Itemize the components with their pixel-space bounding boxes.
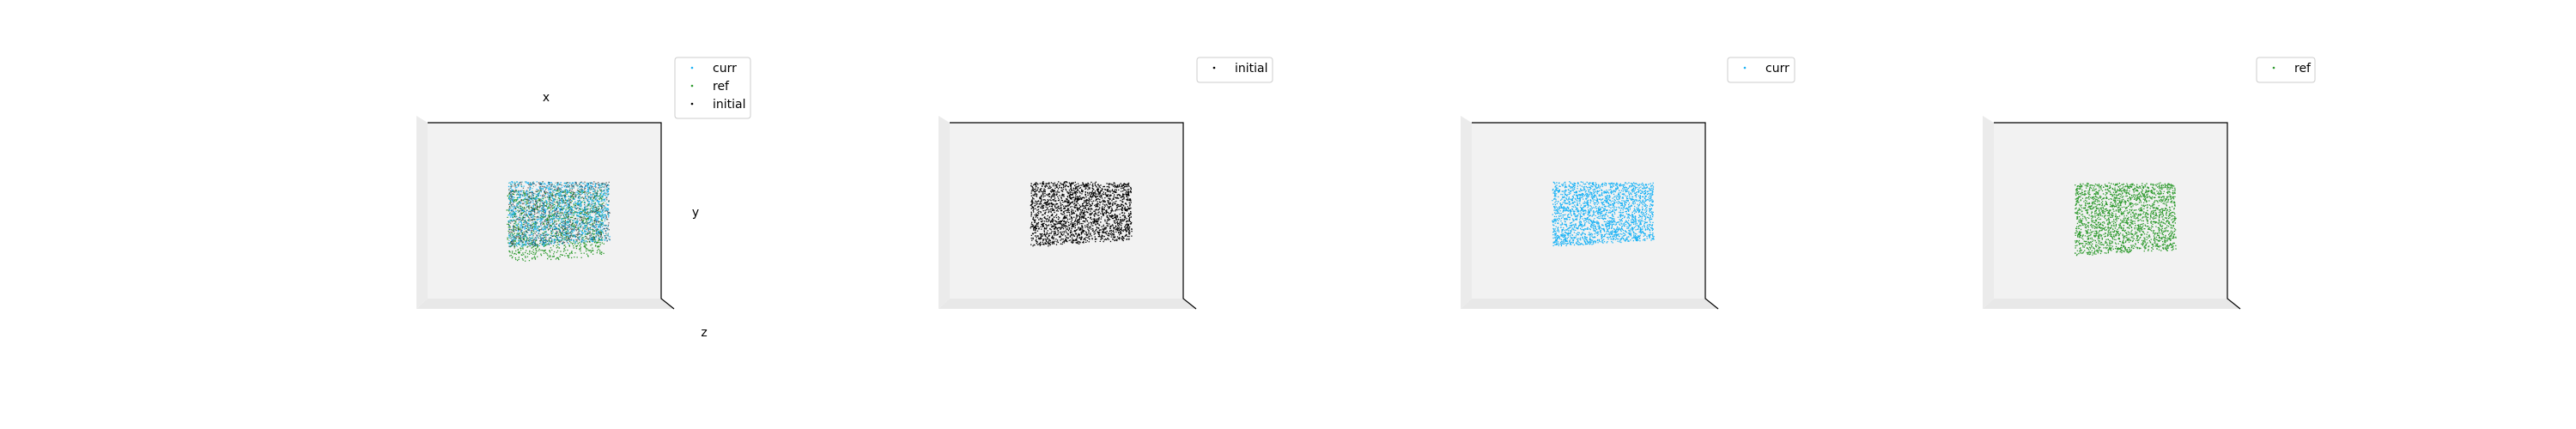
figure: x y z curr ref initial initial curr ref [416,57,2316,340]
legend: initial [1196,57,1273,83]
legend-marker-initial [1212,66,1216,69]
y-axis-label: y [692,206,699,220]
subplot-2: initial [939,57,1273,310]
subplot-1: x y z curr ref initial [416,57,751,340]
pane-floor [1983,299,2240,309]
legend-label-initial: initial [1235,62,1268,76]
pane-left [939,116,950,309]
legend-marker-ref [690,84,694,88]
legend-marker-ref [2272,66,2275,69]
z-axis-label: z [701,326,707,340]
legend-marker-curr [1743,66,1747,69]
pane-back [1472,123,1705,299]
subplot-3: curr [1461,57,1795,310]
x-axis-label: x [543,91,550,105]
legend: ref [2256,57,2316,83]
legend-marker-curr [690,66,694,69]
pane-left [416,116,428,309]
legend: curr ref initial [674,57,751,119]
legend-marker-initial [690,102,694,106]
pane-floor [939,299,1196,309]
legend-label-curr: curr [713,62,737,76]
legend-label-curr: curr [1765,62,1789,76]
pane-floor [1461,299,1718,309]
legend: curr [1727,57,1795,83]
pane-left [1983,116,1994,309]
pane-floor [416,299,674,309]
pane-left [1461,116,1472,309]
legend-label-ref: ref [2294,62,2312,76]
subplot-4: ref [1983,57,2316,310]
legend-label-ref: ref [713,80,730,94]
legend-label-initial: initial [713,98,746,112]
